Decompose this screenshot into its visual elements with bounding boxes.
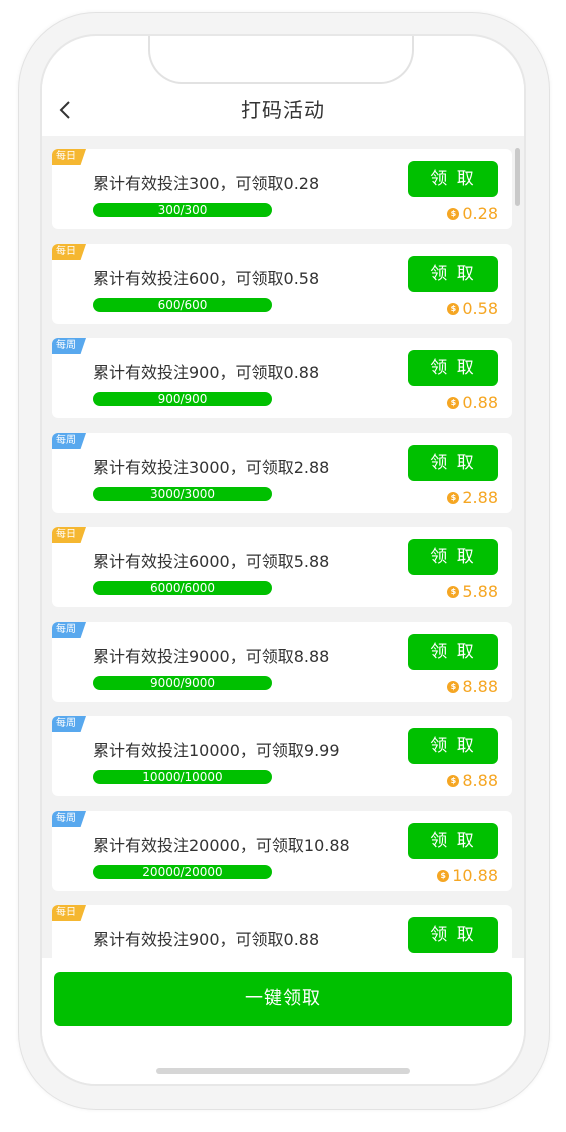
daily-tag: 每日 <box>52 244 86 260</box>
reward-amount: $0.58 <box>447 299 498 318</box>
claim-button[interactable]: 领 取 <box>408 634 498 670</box>
reward-value: 0.88 <box>462 393 498 412</box>
weekly-tag: 每周 <box>52 716 86 732</box>
reward-value: 2.88 <box>462 488 498 507</box>
coin-icon: $ <box>447 396 460 409</box>
task-card: 每周 累计有效投注900，可领取0.88 900/900 领 取 $0.88 <box>52 338 512 418</box>
claim-button[interactable]: 领 取 <box>408 823 498 859</box>
claim-all-button[interactable]: 一键领取 <box>54 972 512 1026</box>
progress-bar: 6000/6000 <box>93 581 272 595</box>
reward-value: 0.28 <box>462 204 498 223</box>
reward-amount: $5.88 <box>447 582 498 601</box>
page-title: 打码活动 <box>241 98 325 122</box>
weekly-tag: 每周 <box>52 433 86 449</box>
reward-amount: $0.88 <box>447 393 498 412</box>
task-card: 每日 累计有效投注600，可领取0.58 600/600 领 取 $0.58 <box>52 244 512 324</box>
task-description: 累计有效投注20000，可领取10.88 <box>93 836 350 855</box>
task-description: 累计有效投注600，可领取0.58 <box>93 269 320 288</box>
progress-bar: 9000/9000 <box>93 676 272 690</box>
reward-amount: $10.88 <box>437 866 498 885</box>
reward-value: 8.88 <box>462 677 498 696</box>
task-description: 累计有效投注6000，可领取5.88 <box>93 552 330 571</box>
progress-bar: 10000/10000 <box>93 770 272 784</box>
claim-button[interactable]: 领 取 <box>408 539 498 575</box>
reward-value: 0.58 <box>462 299 498 318</box>
coin-icon: $ <box>447 680 460 693</box>
task-card: 每周 累计有效投注3000，可领取2.88 3000/3000 领 取 $2.8… <box>52 433 512 513</box>
task-description: 累计有效投注900，可领取0.88 <box>93 363 320 382</box>
progress-bar: 20000/20000 <box>93 865 272 879</box>
reward-amount: $0.28 <box>447 204 498 223</box>
reward-value: 8.88 <box>462 771 498 790</box>
bottom-bar: 一键领取 <box>42 958 524 1084</box>
task-description: 累计有效投注300，可领取0.28 <box>93 174 320 193</box>
home-indicator <box>156 1068 410 1074</box>
claim-button[interactable]: 领 取 <box>408 728 498 764</box>
progress-bar: 900/900 <box>93 392 272 406</box>
task-card: 每周 累计有效投注10000，可领取9.99 10000/10000 领 取 $… <box>52 716 512 796</box>
claim-button[interactable]: 领 取 <box>408 350 498 386</box>
reward-amount: $8.88 <box>447 677 498 696</box>
task-card: 每周 累计有效投注9000，可领取8.88 9000/9000 领 取 $8.8… <box>52 622 512 702</box>
progress-bar: 3000/3000 <box>93 487 272 501</box>
weekly-tag: 每周 <box>52 622 86 638</box>
reward-amount: $2.88 <box>447 488 498 507</box>
task-card: 每日 累计有效投注6000，可领取5.88 6000/6000 领 取 $5.8… <box>52 527 512 607</box>
weekly-tag: 每周 <box>52 338 86 354</box>
task-card: 每日 累计有效投注900，可领取0.88 领 取 <box>52 905 512 958</box>
coin-icon: $ <box>447 207 460 220</box>
coin-icon: $ <box>447 774 460 787</box>
progress-bar: 300/300 <box>93 203 272 217</box>
daily-tag: 每日 <box>52 905 86 921</box>
coin-icon: $ <box>437 869 450 882</box>
claim-button[interactable]: 领 取 <box>408 917 498 953</box>
claim-button[interactable]: 领 取 <box>408 161 498 197</box>
coin-icon: $ <box>447 585 460 598</box>
task-list[interactable]: 每日 累计有效投注300，可领取0.28 300/300 领 取 $0.28 每… <box>42 136 524 958</box>
claim-button[interactable]: 领 取 <box>408 256 498 292</box>
phone-notch <box>148 36 414 84</box>
task-description: 累计有效投注10000，可领取9.99 <box>93 741 340 760</box>
weekly-tag: 每周 <box>52 811 86 827</box>
reward-amount: $8.88 <box>447 771 498 790</box>
reward-value: 10.88 <box>452 866 498 885</box>
phone-screen: 打码活动 每日 累计有效投注300，可领取0.28 300/300 领 取 $0… <box>40 34 526 1086</box>
task-card: 每日 累计有效投注300，可领取0.28 300/300 领 取 $0.28 <box>52 149 512 229</box>
coin-icon: $ <box>447 302 460 315</box>
task-description: 累计有效投注900，可领取0.88 <box>93 930 320 949</box>
task-description: 累计有效投注9000，可领取8.88 <box>93 647 330 666</box>
reward-value: 5.88 <box>462 582 498 601</box>
daily-tag: 每日 <box>52 149 86 165</box>
progress-bar: 600/600 <box>93 298 272 312</box>
daily-tag: 每日 <box>52 527 86 543</box>
top-bar: 打码活动 <box>42 84 524 136</box>
task-card: 每周 累计有效投注20000，可领取10.88 20000/20000 领 取 … <box>52 811 512 891</box>
coin-icon: $ <box>447 491 460 504</box>
claim-button[interactable]: 领 取 <box>408 445 498 481</box>
scrollbar[interactable] <box>515 148 520 206</box>
task-description: 累计有效投注3000，可领取2.88 <box>93 458 330 477</box>
